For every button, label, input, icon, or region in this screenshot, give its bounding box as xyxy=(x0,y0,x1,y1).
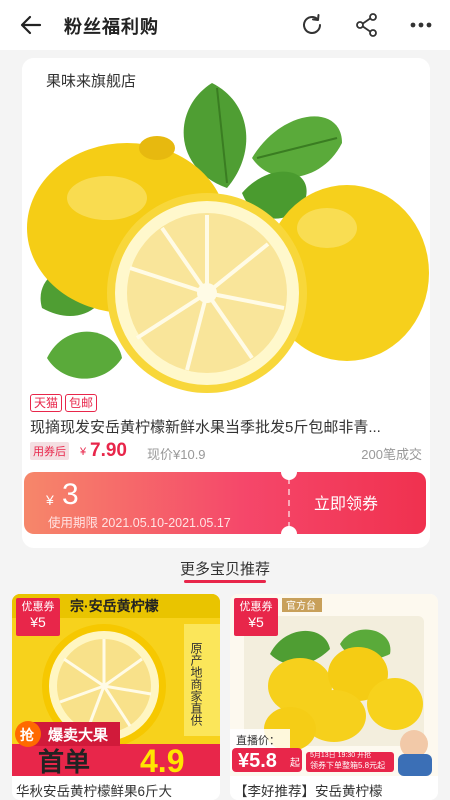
badge-value: ¥5 xyxy=(30,614,46,630)
price-row: 用券后 ¥ 7.90 现价¥10.9 200笔成交 xyxy=(30,440,426,462)
coupon-value: 3 xyxy=(62,478,79,511)
banner-top-text: 宗·安岳黄柠檬 xyxy=(70,598,159,614)
live-suffix: 起 xyxy=(290,757,300,769)
coupon-price: 7.90 xyxy=(90,440,127,461)
coupon-currency: ¥ xyxy=(46,492,54,508)
bottom-word: 首单 xyxy=(38,747,90,776)
share-icon[interactable] xyxy=(353,11,381,39)
refresh-icon[interactable] xyxy=(298,11,326,39)
store-name: 果味来旗舰店 xyxy=(46,73,137,90)
promo-line-2: 领券下单整箱5.8元起 xyxy=(310,760,385,770)
product-tags: 天猫 包邮 xyxy=(30,394,98,412)
original-price: 现价¥10.9 xyxy=(147,447,206,462)
discount-badge: 优惠券 ¥5 xyxy=(234,598,278,636)
badge-value: ¥5 xyxy=(248,614,264,630)
page-title: 粉丝福利购 xyxy=(64,17,159,37)
after-coupon-badge: 用券后 xyxy=(30,442,69,460)
product-image xyxy=(22,58,430,398)
recommend-item-title: 【李好推荐】安岳黄柠檬 xyxy=(234,784,383,799)
recommend-section-header: 更多宝贝推荐 xyxy=(0,552,450,584)
discount-badge: 优惠券 ¥5 xyxy=(16,598,60,636)
recommend-item[interactable]: 官方台 直播价： ¥5.8 起 5月13日 19:30 开抢 领券下单整箱5.8… xyxy=(230,594,438,800)
back-arrow-icon[interactable] xyxy=(18,12,44,38)
coupon-validity: 使用期限 2021.05.10-2021.05.17 xyxy=(48,516,231,530)
free-shipping-tag: 包邮 xyxy=(65,394,98,412)
claim-coupon-button[interactable]: 立即领券 xyxy=(314,490,378,514)
live-price: ¥5.8 xyxy=(238,750,277,772)
side-text: 原产地商家直供 xyxy=(189,642,203,726)
price-currency: ¥ xyxy=(80,446,87,458)
promo-line-1: 5月13日 19:30 开抢 xyxy=(310,750,371,759)
section-title: 更多宝贝推荐 xyxy=(179,561,270,578)
more-icon[interactable] xyxy=(407,11,435,39)
bottom-price: 4.9 xyxy=(140,743,184,776)
coupon-divider xyxy=(288,478,290,528)
bottom-label: 爆卖大果 xyxy=(48,726,109,744)
recommend-item-title: 华秋安岳黄柠檬鲜果6斤大 xyxy=(16,784,173,799)
corner-label: 官方台 xyxy=(286,599,316,612)
tmall-tag: 天猫 xyxy=(30,394,63,412)
recommend-item[interactable]: 宗·安岳黄柠檬 原产地商家直供 爆卖大果 抢 首单 4.9 优惠券 ¥5 华秋安… xyxy=(12,594,220,800)
product-title: 现摘现发安岳黄柠檬新鲜水果当季批发5斤包邮非青... xyxy=(30,419,381,436)
sold-count: 200笔成交 xyxy=(361,447,422,462)
badge-label: 优惠券 xyxy=(239,601,273,613)
section-underline xyxy=(184,580,266,583)
live-label: 直播价： xyxy=(236,733,280,747)
bottom-tag: 抢 xyxy=(20,727,35,743)
coupon-bar[interactable]: ¥ 3 使用期限 2021.05.10-2021.05.17 立即领券 xyxy=(24,472,426,534)
badge-label: 优惠券 xyxy=(21,601,55,613)
top-bar: 粉丝福利购 xyxy=(0,0,450,50)
